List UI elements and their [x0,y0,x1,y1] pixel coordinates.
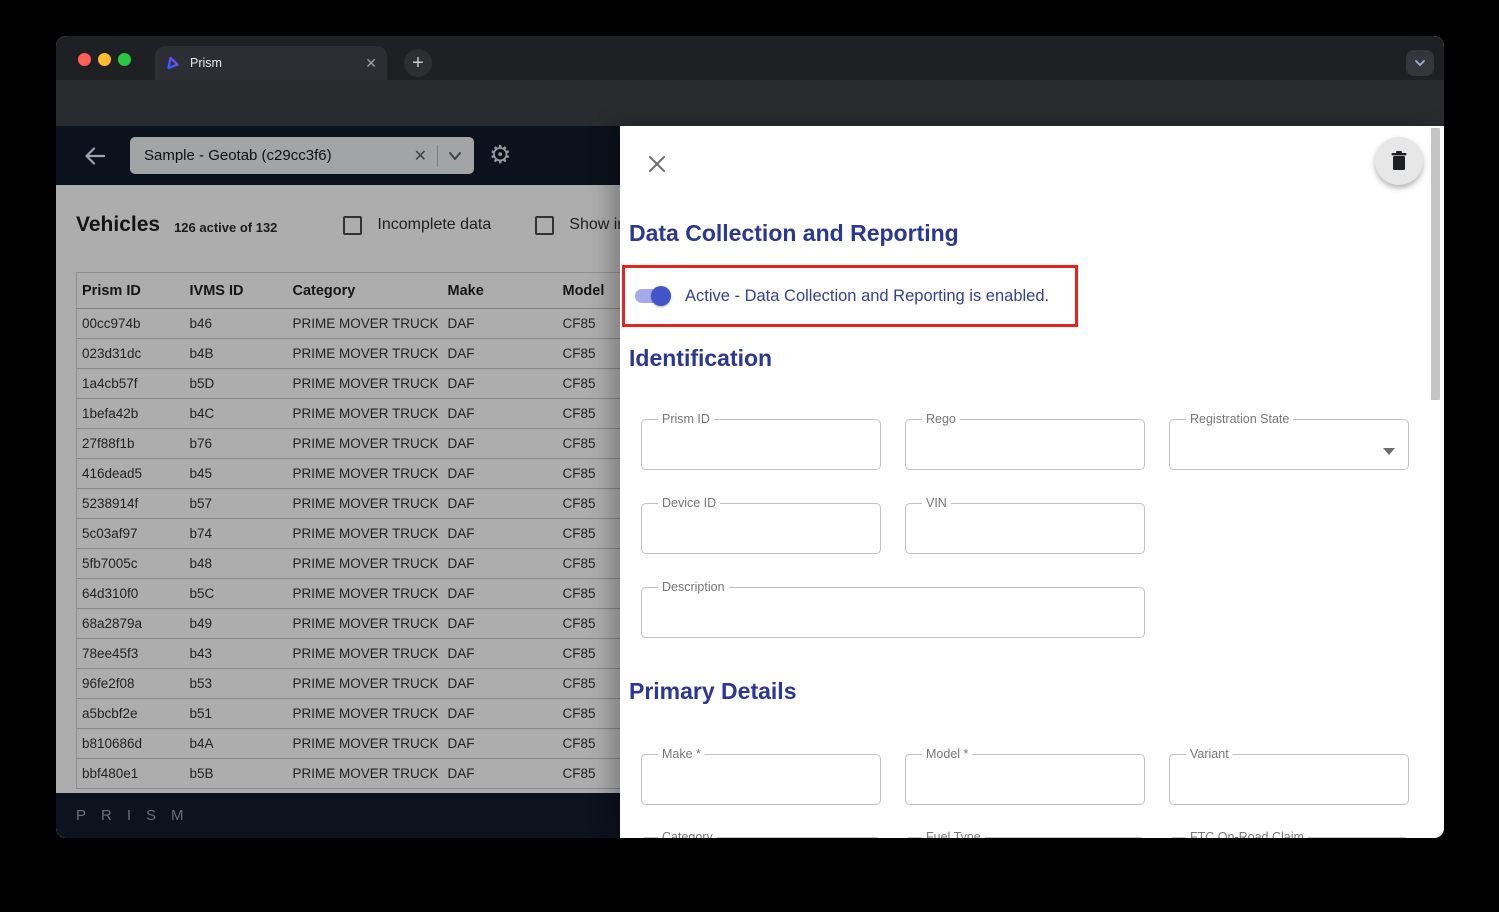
annotation-box: Active - Data Collection and Reporting i… [622,265,1078,327]
prism-id-field-input[interactable] [652,426,857,445]
variant-field-input[interactable] [1180,761,1385,780]
field-label: VIN [926,496,947,510]
vin-field[interactable]: VIN [905,496,1145,554]
variant-field[interactable]: Variant [1169,747,1409,805]
drawer-close-button[interactable] [646,153,668,175]
primary-details-section-title: Primary Details [629,678,797,704]
field-label: Fuel Type [926,830,981,838]
field-label: Make * [662,747,701,761]
tab-strip: Prism ✕ + [56,36,1444,80]
category-field[interactable]: Category [641,830,881,838]
prism-id-field[interactable]: Prism ID [641,412,881,470]
identification-fields: Prism ID Rego Registration State Device ID V… [641,412,1409,638]
field-label: Category [662,830,713,838]
trash-icon [1391,151,1407,170]
model-field[interactable]: Model * [905,747,1145,805]
tab-search-chevron-button[interactable] [1406,50,1434,76]
tab-close-icon[interactable]: ✕ [365,56,377,70]
field-label: Model * [926,747,969,761]
field-label: Rego [926,412,956,426]
registration-state-select-input[interactable] [1180,426,1385,445]
dropdown-arrow-icon[interactable] [1383,448,1395,455]
app-viewport: Sample - Geotab (c29cc3f6) ✕ ⚙ Vehicles … [56,126,1444,838]
field-label: FTC On-Road Claim [1190,830,1304,838]
vehicle-details-drawer: Data Collection and Reporting Active - D… [620,126,1444,838]
registration-state-select[interactable]: Registration State [1169,412,1409,470]
field-label: Description [662,580,725,594]
rego-field-input[interactable] [916,426,1121,445]
device-id-field-input[interactable] [652,510,857,529]
field-label: Device ID [662,496,717,510]
field-label: Prism ID [662,412,710,426]
device-id-field[interactable]: Device ID [641,496,881,554]
field-label: Registration State [1190,412,1290,426]
drawer-scrollbar[interactable] [1431,128,1440,400]
window-minimize-button[interactable] [98,52,111,66]
make-field-input[interactable] [652,761,857,780]
browser-toolbar: web.prismapp.com.au/vehicles ☆ [56,80,1444,162]
browser-window: Prism ✕ + Sample - Geotab (c29cc3f6) ✕ ⚙… [56,36,1444,838]
primary-details-fields: Make * Model * Variant Category Fuel Type FTC… [641,747,1409,838]
chevron-down-icon [1415,60,1425,66]
prism-favicon-icon [167,56,179,70]
field-label: Variant [1190,747,1229,761]
window-close-button[interactable] [78,52,91,66]
tab-title: Prism [190,56,222,70]
identification-section-title: Identification [629,345,773,371]
description-field[interactable]: Description [641,580,1145,638]
dcr-section-title: Data Collection and Reporting [629,220,959,246]
delete-vehicle-button[interactable] [1375,137,1423,185]
fuel-type-field[interactable]: Fuel Type [905,830,1145,838]
model-field-input[interactable] [916,761,1121,780]
make-field[interactable]: Make * [641,747,881,805]
dcr-toggle[interactable] [633,285,671,307]
window-fullscreen-button[interactable] [118,52,131,66]
new-tab-button[interactable]: + [404,49,432,77]
browser-tab[interactable]: Prism ✕ [155,46,387,80]
dcr-toggle-label: Active - Data Collection and Reporting i… [685,286,1050,305]
vin-field-input[interactable] [916,510,1121,529]
ftc-on-road-claim-field[interactable]: FTC On-Road Claim [1169,830,1409,838]
rego-field[interactable]: Rego [905,412,1145,470]
toggle-thumb [651,286,671,306]
description-field-input[interactable] [652,594,1100,613]
